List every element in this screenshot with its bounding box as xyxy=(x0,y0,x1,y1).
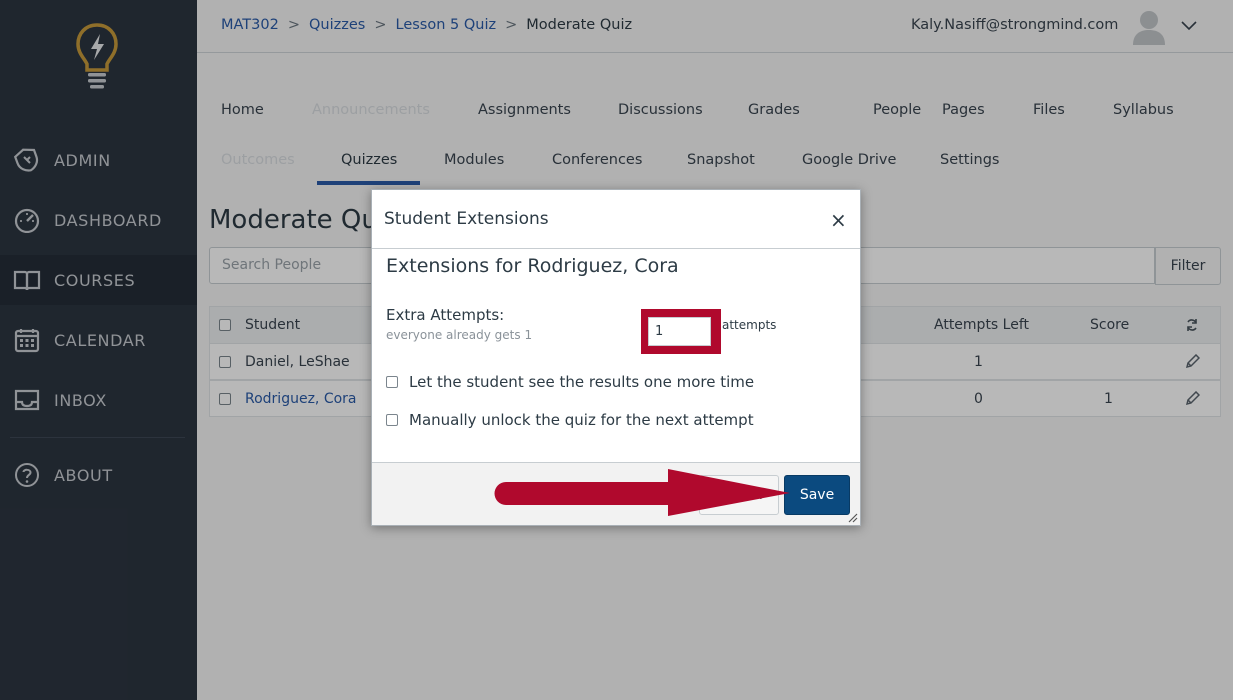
manual-unlock-checkbox[interactable] xyxy=(386,414,398,426)
dialog-header: Student Extensions × xyxy=(372,190,860,249)
save-button[interactable]: Save xyxy=(784,475,850,515)
dialog-title: Student Extensions xyxy=(384,209,549,229)
cancel-button[interactable]: Cancel xyxy=(699,475,779,515)
extensions-heading: Extensions for Rodriguez, Cora xyxy=(386,255,679,277)
option-see-results[interactable]: Let the student see the results one more… xyxy=(386,373,754,391)
see-results-label: Let the student see the results one more… xyxy=(409,373,755,391)
attempts-unit-label: attempts xyxy=(722,318,777,332)
dialog-footer: Cancel Save xyxy=(372,462,860,525)
student-extensions-dialog: Student Extensions × Extensions for Rodr… xyxy=(371,189,861,526)
manual-unlock-label: Manually unlock the quiz for the next at… xyxy=(409,411,754,429)
extra-attempts-input[interactable]: 1 xyxy=(648,317,711,346)
option-manual-unlock[interactable]: Manually unlock the quiz for the next at… xyxy=(386,411,754,429)
see-results-checkbox[interactable] xyxy=(386,376,398,388)
close-icon[interactable]: × xyxy=(830,210,847,230)
extra-attempts-label: Extra Attempts: xyxy=(386,306,505,324)
resize-grip-icon[interactable] xyxy=(846,511,858,523)
extra-attempts-hint: everyone already gets 1 xyxy=(386,328,533,342)
